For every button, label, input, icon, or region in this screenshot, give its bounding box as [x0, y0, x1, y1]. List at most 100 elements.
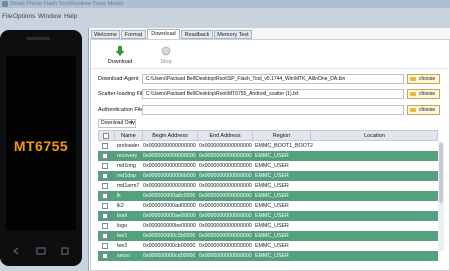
window-title: Smart Phone Flash Tool(Runtime Trace Mod…	[10, 1, 124, 7]
table-row[interactable]: md1arm7 0x0000000000090000 0x0000000000000…	[98, 181, 438, 191]
toolbar: Download Stop	[91, 42, 449, 69]
table-row[interactable]: md1img 0x0000000000009000 0x00000000000000…	[98, 161, 438, 171]
table-row[interactable]: preloader 0x0000000000000000 0x00000000000…	[98, 141, 438, 151]
header-end-address: End Address	[198, 131, 253, 141]
download-agent-input[interactable]: C:\Users\Packard Bell\Desktop\Root\SP_Fl…	[142, 74, 404, 84]
row-checkbox[interactable]	[102, 233, 108, 239]
cell-end-address: 0x0000000000000000	[199, 253, 252, 259]
row-checkbox[interactable]	[102, 143, 108, 149]
menu-window[interactable]: Window	[38, 12, 61, 22]
chevron-down-icon: ▾	[130, 120, 133, 126]
choose-label: choose	[419, 107, 436, 113]
cell-name: lk2	[117, 203, 124, 209]
download-agent-row: Download-Agent C:\Users\Packard Bell\Des…	[98, 74, 450, 84]
title-bar: Smart Phone Flash Tool(Runtime Trace Mod…	[0, 0, 450, 8]
cell-begin-address: 0x000000000a8c0000	[143, 193, 196, 199]
table-scrollbar[interactable]	[438, 141, 444, 251]
cell-name: secro	[117, 253, 130, 259]
tab-memory-test[interactable]: Memory Test	[214, 30, 252, 39]
table-row[interactable]: lk2 0x000000000ad00000 0x0000000000000000 E…	[98, 201, 438, 211]
cell-end-address: 0x0000000000000000	[199, 183, 252, 189]
main-panel: Welcome Format Download Readback Memory …	[88, 28, 450, 271]
table-row[interactable]: tee1 0x000000000c3b0000 0x0000000000000000…	[98, 231, 438, 241]
auth-choose-button[interactable]: choose	[407, 105, 440, 115]
select-all-checkbox[interactable]	[103, 133, 109, 139]
tab-readback[interactable]: Readback	[181, 30, 213, 39]
cell-region: EMMC_USER	[255, 223, 289, 229]
table-row[interactable]: boot 0x000000000ae00000 0x0000000000000000…	[98, 211, 438, 221]
auth-file-row: Authentication File choose	[98, 105, 450, 115]
download-agent-choose-button[interactable]: choose	[407, 74, 440, 84]
auth-file-input[interactable]	[142, 105, 404, 115]
row-checkbox[interactable]	[102, 183, 108, 189]
table-row[interactable]: md1dsp 0x000000000006b000 0x00000000000000…	[98, 171, 438, 181]
row-checkbox[interactable]	[102, 243, 108, 249]
cell-begin-address: 0x000000000ad00000	[143, 203, 196, 209]
cell-region: EMMC_USER	[255, 213, 289, 219]
folder-icon	[410, 92, 416, 96]
stop-icon	[161, 46, 171, 56]
folder-icon	[410, 77, 416, 81]
table-header: Name Begin Address End Address Region Lo…	[98, 130, 438, 141]
row-checkbox[interactable]	[102, 153, 108, 159]
cell-begin-address: 0x000000000cd00000	[143, 253, 196, 259]
cell-region: EMMC_USER	[255, 233, 289, 239]
row-checkbox[interactable]	[102, 253, 108, 259]
download-button[interactable]: Download	[100, 44, 140, 68]
stop-button-label: Stop	[160, 59, 172, 65]
download-arrow-icon	[115, 46, 125, 56]
phone-nav-buttons-icon	[13, 247, 69, 255]
row-checkbox[interactable]	[102, 203, 108, 209]
folder-icon	[410, 108, 416, 112]
menu-help[interactable]: Help	[64, 12, 77, 22]
scatter-file-input[interactable]: C:\Users\Packard Bell\Desktop\Root\MT675…	[142, 89, 404, 99]
cell-begin-address: 0x000000000be00000	[143, 223, 196, 229]
cell-region: EMMC_USER	[255, 163, 289, 169]
table-row[interactable]: lk 0x000000000a8c0000 0x0000000000000000 EM…	[98, 191, 438, 201]
scatter-choose-button[interactable]: choose	[407, 89, 440, 99]
cell-region: EMMC_BOOT1_BOOT2	[255, 143, 313, 149]
menu-file[interactable]: File	[2, 12, 12, 22]
cell-begin-address: 0x0000000000090000	[143, 183, 196, 189]
cell-name: logo	[117, 223, 128, 229]
cell-name: lk	[117, 193, 121, 199]
header-name: Name	[115, 131, 143, 141]
scrollbar-thumb[interactable]	[439, 143, 443, 203]
cell-name: boot	[117, 213, 128, 219]
row-checkbox[interactable]	[102, 223, 108, 229]
stop-button[interactable]: Stop	[146, 44, 186, 68]
row-checkbox[interactable]	[102, 213, 108, 219]
header-location: Location	[364, 133, 385, 139]
tab-bar: Welcome Format Download Readback Memory …	[89, 28, 450, 39]
cell-end-address: 0x0000000000000000	[199, 203, 252, 209]
app-icon	[2, 1, 8, 7]
cell-region: EMMC_USER	[255, 243, 289, 249]
phone-model-label: MT6755	[13, 138, 69, 154]
table-row[interactable]: recovery 0x0000000000008000 0x000000000000…	[98, 151, 438, 161]
cell-begin-address: 0x000000000c3b0000	[143, 233, 196, 239]
row-checkbox[interactable]	[102, 173, 108, 179]
phone-screen: MT6755	[6, 56, 76, 230]
cell-end-address: 0x0000000000000000	[199, 153, 252, 159]
header-select-all[interactable]	[99, 131, 115, 141]
auth-file-label: Authentication File	[98, 107, 144, 113]
cell-name: recovery	[117, 153, 138, 159]
table-row[interactable]: logo 0x000000000be00000 0x0000000000000000…	[98, 221, 438, 231]
scatter-file-label: Scatter-loading File	[98, 91, 146, 97]
tab-download[interactable]: Download	[147, 29, 180, 39]
download-mode-select[interactable]: Download Only ▾	[98, 119, 136, 128]
download-agent-label: Download-Agent	[98, 76, 139, 82]
phone-illustration: MT6755	[0, 30, 82, 266]
row-checkbox[interactable]	[102, 163, 108, 169]
menu-options[interactable]: Options	[13, 12, 35, 22]
row-checkbox[interactable]	[102, 193, 108, 199]
scatter-file-row: Scatter-loading File C:\Users\Packard Be…	[98, 89, 450, 99]
table-row[interactable]: secro 0x000000000cd00000 0x000000000000000…	[98, 251, 438, 261]
cell-end-address: 0x0000000000000000	[199, 193, 252, 199]
table-row[interactable]: tee2 0x000000000cb00000 0x0000000000000000…	[98, 241, 438, 251]
cell-end-address: 0x0000000000000000	[199, 163, 252, 169]
cell-end-address: 0x0000000000000000	[199, 243, 252, 249]
cell-begin-address: 0x0000000000009000	[143, 163, 196, 169]
tab-welcome[interactable]: Welcome	[91, 30, 120, 39]
tab-format[interactable]: Format	[121, 30, 146, 39]
